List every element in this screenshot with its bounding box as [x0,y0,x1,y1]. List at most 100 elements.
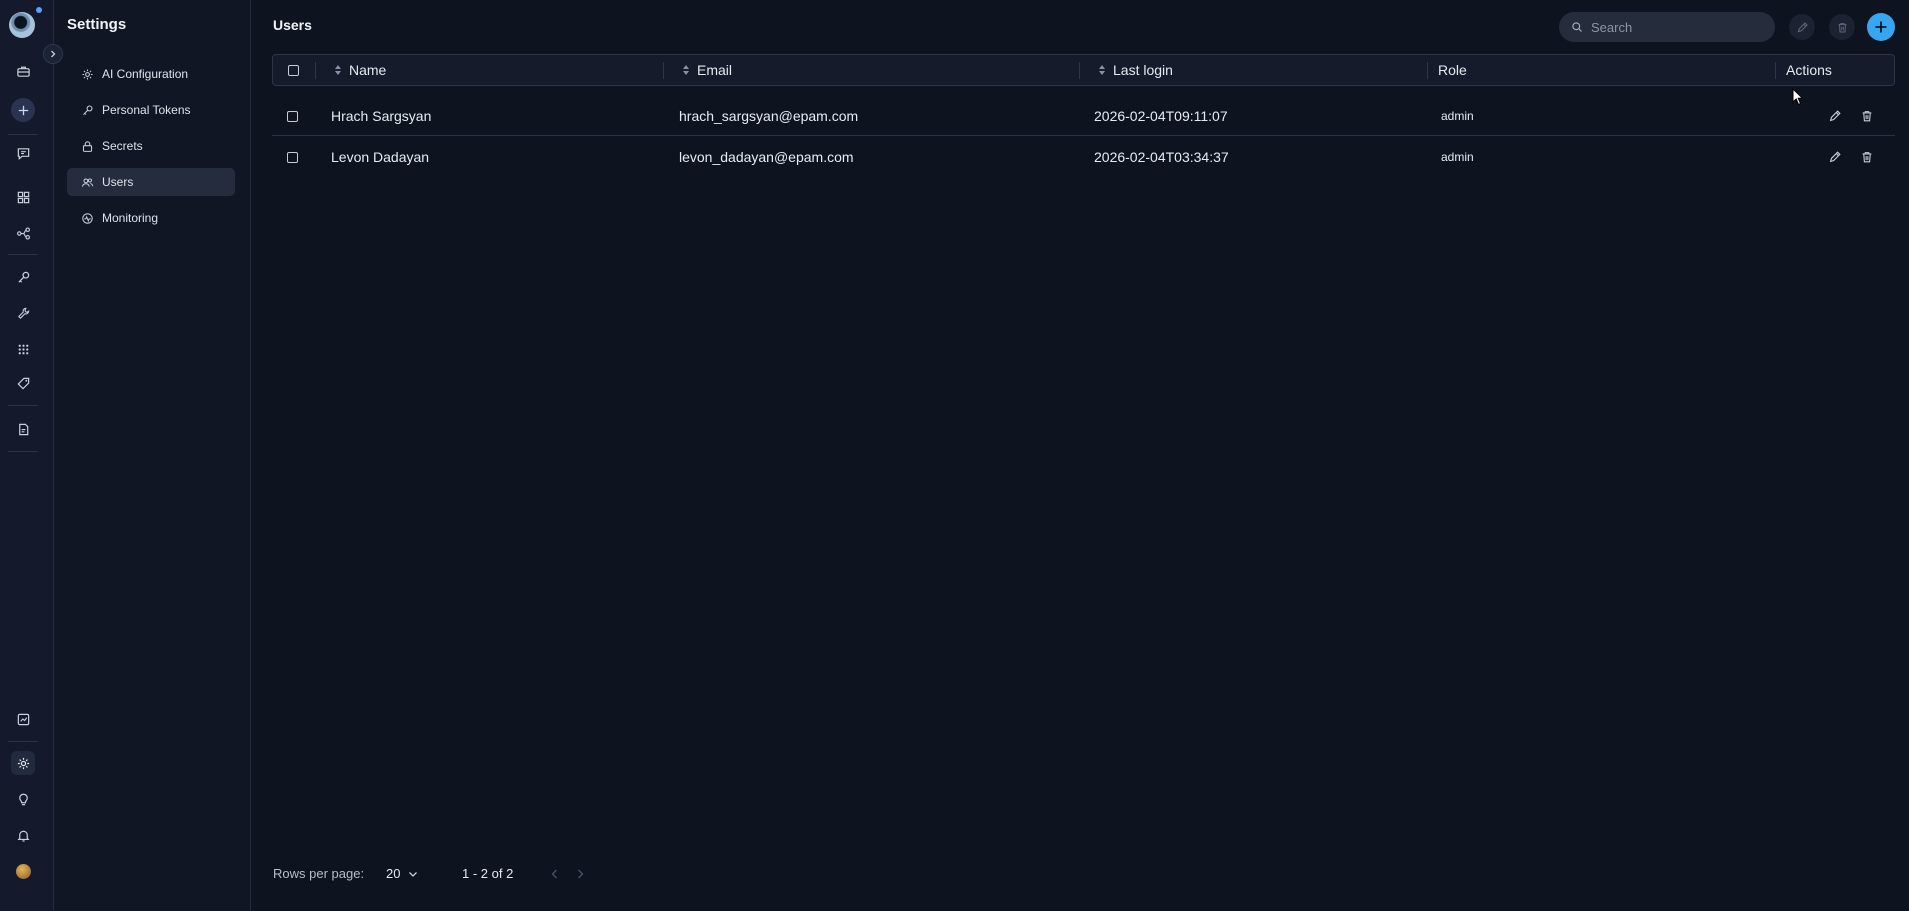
delete-user-button[interactable] [1859,108,1875,124]
edit-user-button[interactable] [1827,149,1843,165]
rows-per-page-value: 20 [386,866,401,881]
row-checkbox[interactable] [287,96,298,136]
column-label: Email [697,62,733,78]
search-input[interactable] [1591,19,1761,35]
next-page-button[interactable] [575,868,585,883]
sidebar-item-label: AI Configuration [102,67,189,81]
chevron-right-icon [578,869,584,879]
column-header-name[interactable]: Name [335,55,386,85]
chat-icon[interactable] [11,141,35,165]
rail-divider [8,451,38,452]
user-last-login: 2026-02-04T09:11:07 [1094,108,1228,124]
sidebar-item-monitoring[interactable]: Monitoring [67,204,235,232]
rail-divider [8,134,38,135]
analytics-icon[interactable] [11,707,35,731]
briefcase-icon[interactable] [11,59,35,83]
key-icon [83,105,93,115]
page-title: Users [273,17,312,33]
chevron-left-icon [551,869,557,879]
user-email: hrach_sargsyan@epam.com [679,108,859,124]
column-label: Actions [1786,62,1832,78]
bulk-edit-button[interactable] [1789,14,1815,40]
user-name: Levon Dadayan [331,149,430,165]
user-email: levon_dadayan@epam.com [679,149,854,165]
sidebar-item-ai-configuration[interactable]: AI Configuration [67,60,235,88]
table-row[interactable]: Hrach Sargsyan hrach_sargsyan@epam.com 2… [272,96,1895,136]
wrench-icon[interactable] [11,301,35,325]
document-icon[interactable] [11,417,35,441]
sort-icon [335,65,341,75]
pencil-icon [1829,110,1841,122]
sidebar-item-label: Users [102,175,134,189]
column-label: Last login [1113,62,1173,78]
sidebar-item-users[interactable]: Users [67,168,235,196]
column-header-actions: Actions [1786,55,1832,85]
column-divider [1079,62,1080,79]
sidebar-item-label: Personal Tokens [102,103,191,117]
rail-divider [8,405,38,406]
add-user-button[interactable] [1867,13,1895,41]
edit-user-button[interactable] [1827,108,1843,124]
search-icon [1572,22,1582,32]
users-icon [81,177,94,187]
rows-per-page-select[interactable]: 20 [386,866,418,881]
apps-icon[interactable] [11,337,35,361]
rows-per-page-label: Rows per page: [273,866,365,881]
gear-icon [82,68,93,80]
sort-icon [683,65,689,75]
app-logo[interactable] [9,12,35,38]
chevron-right-icon [51,50,56,58]
pencil-icon [1797,21,1808,32]
select-all-checkbox[interactable] [288,55,299,85]
pagination-range: 1 - 2 of 2 [462,866,514,881]
grid-icon[interactable] [11,185,35,209]
mouse-cursor-icon [1792,88,1804,106]
column-divider [1775,62,1776,79]
rail-divider [8,254,38,255]
column-label: Name [349,62,387,78]
notification-dot [36,7,42,13]
user-last-login: 2026-02-04T03:34:37 [1094,149,1229,165]
rail-divider [8,741,38,742]
trash-icon [1862,152,1872,163]
lightbulb-icon[interactable] [11,787,35,811]
delete-user-button[interactable] [1859,149,1875,165]
search-box[interactable] [1559,12,1775,42]
tag-icon[interactable] [11,371,35,395]
trash-icon [1862,111,1872,122]
icon-rail [0,0,63,911]
expand-sidebar-button[interactable] [43,44,63,64]
workflow-icon[interactable] [11,221,35,245]
user-role: admin [1441,150,1474,164]
table-header: Name Email Last login Role Actions [272,54,1895,86]
sidebar-title: Settings [67,16,127,33]
column-header-role: Role [1438,55,1467,85]
settings-gear-icon[interactable] [11,751,35,775]
sidebar-item-label: Monitoring [102,211,159,225]
user-avatar[interactable] [16,864,31,879]
lock-icon [82,140,93,152]
sidebar-item-secrets[interactable]: Secrets [67,132,235,160]
previous-page-button[interactable] [550,868,560,883]
create-new-button[interactable] [11,98,35,122]
column-label: Role [1438,62,1467,78]
row-checkbox[interactable] [287,137,298,177]
column-divider [315,62,316,79]
user-role: admin [1441,109,1474,123]
bulk-delete-button[interactable] [1829,14,1855,40]
settings-sidebar: Settings AI Configuration Personal Token… [54,0,251,911]
main-content: Users Name Email Last login Role [251,0,1909,911]
column-divider [1427,62,1428,79]
column-header-last-login[interactable]: Last login [1099,55,1173,85]
key-icon[interactable] [11,265,35,289]
column-header-email[interactable]: Email [683,55,732,85]
column-divider [663,62,664,79]
sort-icon [1099,65,1105,75]
sidebar-item-personal-tokens[interactable]: Personal Tokens [67,96,235,124]
pencil-icon [1829,151,1841,163]
bell-icon[interactable] [11,823,35,847]
monitoring-icon [82,212,93,224]
user-name: Hrach Sargsyan [331,108,432,124]
table-row[interactable]: Levon Dadayan levon_dadayan@epam.com 202… [272,137,1895,177]
plus-icon [1875,21,1887,33]
